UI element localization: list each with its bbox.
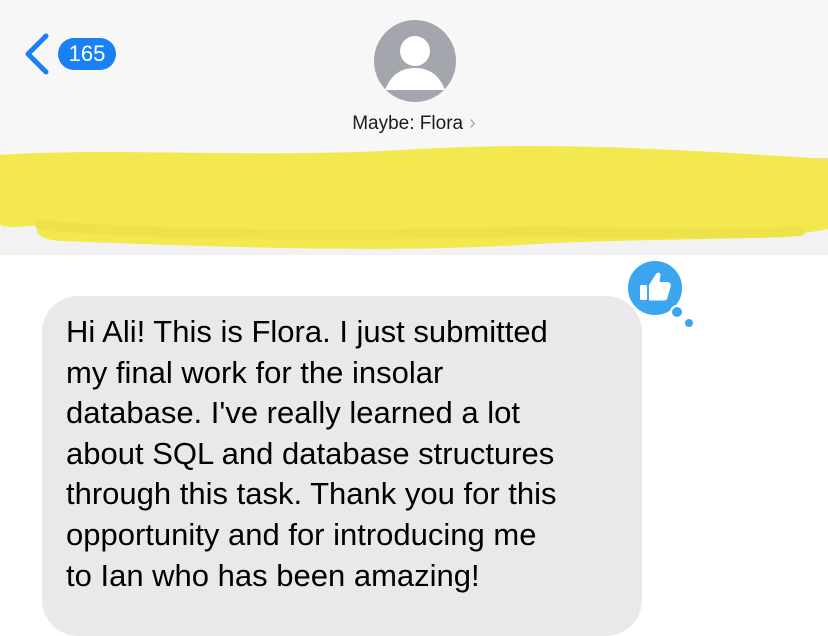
contact-name: Maybe: Flora bbox=[352, 113, 464, 134]
contact-avatar[interactable] bbox=[374, 20, 456, 102]
chevron-left-icon bbox=[25, 33, 49, 75]
redaction-highlight bbox=[0, 146, 828, 249]
person-icon bbox=[385, 36, 445, 90]
chevron-right-icon: › bbox=[469, 112, 476, 134]
unread-count-badge: 165 bbox=[58, 38, 116, 70]
message-bubble-received[interactable]: Hi Ali! This is Flora. I just submitted … bbox=[42, 296, 642, 636]
thumbs-up-tapback[interactable] bbox=[619, 256, 695, 332]
contact-name-button[interactable]: Maybe: Flora › bbox=[0, 112, 828, 135]
back-button[interactable]: 165 bbox=[22, 30, 122, 78]
